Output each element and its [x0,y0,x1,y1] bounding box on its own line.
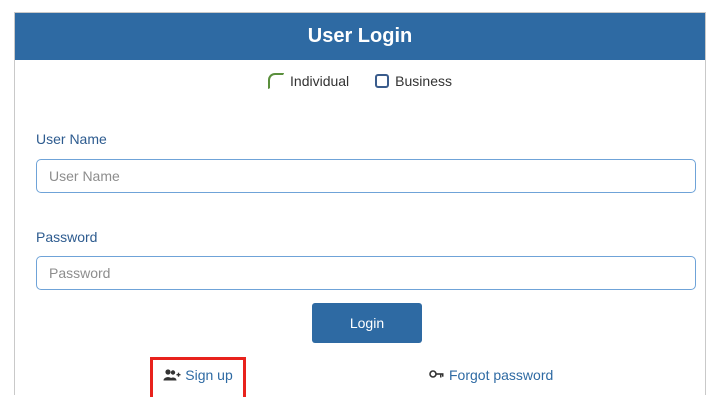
add-user-icon [163,368,181,381]
sign-up-link[interactable]: Sign up [150,357,246,397]
individual-label: Individual [290,73,350,89]
username-label: User Name [36,131,107,147]
business-label: Business [395,73,452,89]
login-type-group: Individual Business [15,73,705,89]
individual-option[interactable]: Individual [268,73,349,89]
key-icon [429,369,445,381]
radio-icon[interactable] [268,73,285,89]
business-option[interactable]: Business [375,73,452,89]
checkbox-icon[interactable] [375,74,390,88]
login-button-label: Login [349,315,385,331]
login-button[interactable]: Login [312,303,422,343]
forgot-password-link[interactable]: Forgot password [429,367,553,383]
sign-up-label: Sign up [185,366,233,383]
login-header: User Login [15,13,705,60]
password-label: Password [36,229,98,245]
forgot-password-label: Forgot password [449,367,554,383]
login-panel: User Login Individual Business User Name… [14,12,706,397]
page-title: User Login [307,25,413,47]
username-input[interactable] [36,159,696,193]
password-input[interactable] [36,256,696,290]
